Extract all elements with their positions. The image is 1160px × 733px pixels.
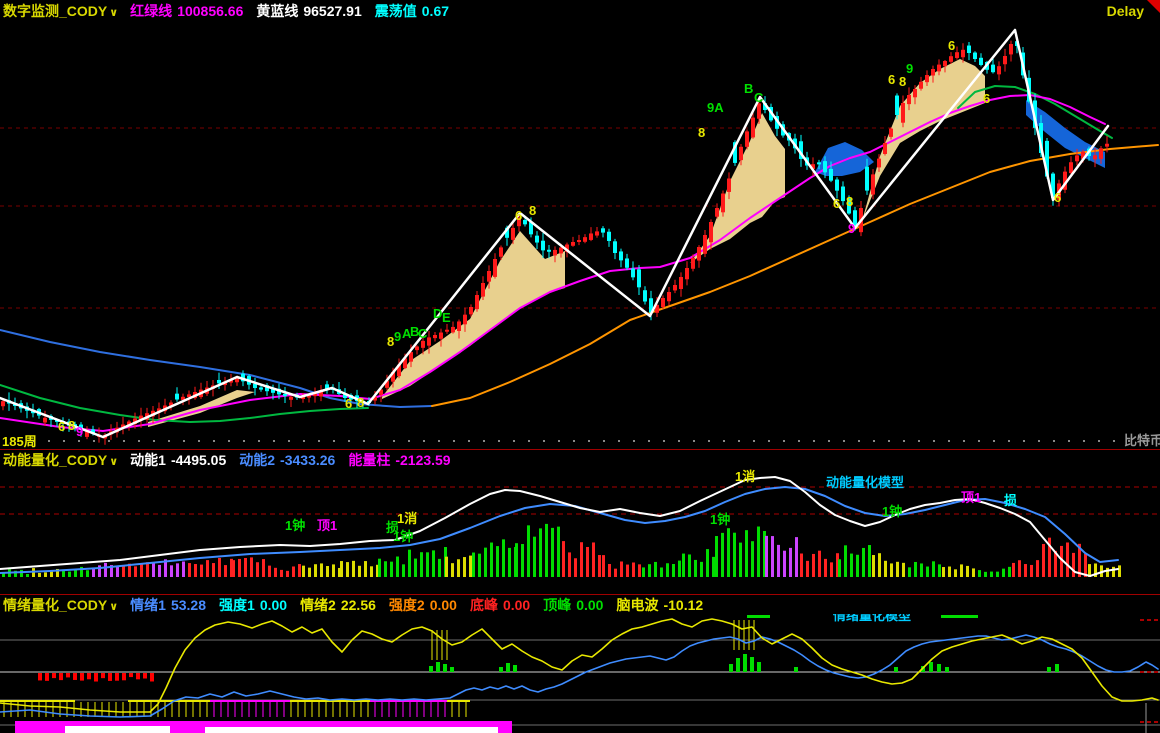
svg-text:损: 损 xyxy=(1004,493,1017,508)
momentum-indicator-dropdown[interactable]: 动能量化_CODY∨ xyxy=(3,450,118,470)
svg-text:6: 6 xyxy=(833,196,840,211)
svg-text:8: 8 xyxy=(68,418,75,433)
field-oscillation: 震荡值0.67 xyxy=(375,1,449,21)
field-momentum2: 动能2-3433.26 xyxy=(239,450,335,470)
svg-text:1钟: 1钟 xyxy=(393,529,413,544)
main-indicator-header: 数字监测_CODY∨ 红绿线100856.66 黄蓝线96527.91 震荡值0… xyxy=(0,0,1160,22)
field-strength2: 强度20.00 xyxy=(389,595,457,615)
svg-text:8: 8 xyxy=(529,203,536,218)
field-sentiment2: 情绪222.56 xyxy=(300,595,376,615)
svg-text:6: 6 xyxy=(515,208,522,223)
svg-text:1钟: 1钟 xyxy=(882,504,902,519)
field-brainwave: 脑电波-10.12 xyxy=(616,595,703,615)
svg-text:9: 9 xyxy=(76,424,83,439)
trading-app-window: { "header": { "title": "数字监测_CODY", "dro… xyxy=(0,0,1160,733)
svg-text:顶1: 顶1 xyxy=(317,518,337,533)
svg-text:C: C xyxy=(754,90,764,105)
field-sentiment1: 情绪153.28 xyxy=(130,595,206,615)
chevron-down-icon: ∨ xyxy=(109,7,118,19)
svg-text:6: 6 xyxy=(58,419,65,434)
svg-text:B: B xyxy=(744,81,753,96)
field-strength1: 强度10.00 xyxy=(219,595,287,615)
svg-text:6: 6 xyxy=(948,38,955,53)
sentiment-indicator-title: 情绪量化_CODY xyxy=(3,597,107,613)
chevron-down-icon: ∨ xyxy=(109,601,118,613)
svg-text:E: E xyxy=(442,310,451,325)
corner-triangle-icon xyxy=(1147,0,1160,13)
svg-text:1消: 1消 xyxy=(397,511,417,526)
svg-text:8: 8 xyxy=(899,74,906,89)
svg-text:顶1: 顶1 xyxy=(961,490,981,505)
field-momentum1: 动能1-4495.05 xyxy=(130,450,226,470)
field-energy-bar: 能量柱-2123.59 xyxy=(348,450,450,470)
svg-text:6: 6 xyxy=(1054,190,1061,205)
main-indicator-dropdown[interactable]: 数字监测_CODY∨ xyxy=(3,1,118,21)
svg-text:8: 8 xyxy=(698,125,705,140)
svg-text:D: D xyxy=(433,306,442,321)
momentum-indicator-title: 动能量化_CODY xyxy=(3,452,107,468)
svg-text:9: 9 xyxy=(848,221,855,236)
svg-text:9: 9 xyxy=(394,329,401,344)
sentiment-panel-header: 情绪量化_CODY∨ 情绪153.28 强度10.00 情绪222.56 强度2… xyxy=(0,596,1160,614)
svg-text:6: 6 xyxy=(345,396,352,411)
svg-text:1钟: 1钟 xyxy=(710,512,730,527)
field-bottom-peak: 底峰0.00 xyxy=(470,595,530,615)
svg-text:比特币01: 比特币01 xyxy=(1124,433,1160,448)
svg-text:185周: 185周 xyxy=(2,434,37,449)
svg-text:动能量化模型: 动能量化模型 xyxy=(826,475,904,490)
svg-text:9A: 9A xyxy=(707,100,724,115)
delay-badge: Delay xyxy=(1107,3,1144,19)
svg-text:1钟: 1钟 xyxy=(285,518,305,533)
field-red-green-line: 红绿线100856.66 xyxy=(130,1,243,21)
chart-canvas[interactable]: 185周比特币016896889ABCDE6889ABC6896896661钟顶… xyxy=(0,0,1160,733)
main-indicator-title: 数字监测_CODY xyxy=(3,3,107,19)
sentiment-indicator-dropdown[interactable]: 情绪量化_CODY∨ xyxy=(3,595,118,615)
svg-text:8: 8 xyxy=(357,395,364,410)
field-yellow-blue-line: 黄蓝线96527.91 xyxy=(256,1,361,21)
svg-text:9: 9 xyxy=(906,61,913,76)
svg-text:8: 8 xyxy=(846,194,853,209)
svg-text:6: 6 xyxy=(983,91,990,106)
svg-text:1消: 1消 xyxy=(735,469,755,484)
momentum-panel-header: 动能量化_CODY∨ 动能1-4495.05 动能2-3433.26 能量柱-2… xyxy=(0,451,1160,469)
svg-text:6: 6 xyxy=(888,72,895,87)
chevron-down-icon: ∨ xyxy=(109,456,118,468)
svg-text:C: C xyxy=(418,326,428,341)
field-top-peak: 顶峰0.00 xyxy=(543,595,603,615)
